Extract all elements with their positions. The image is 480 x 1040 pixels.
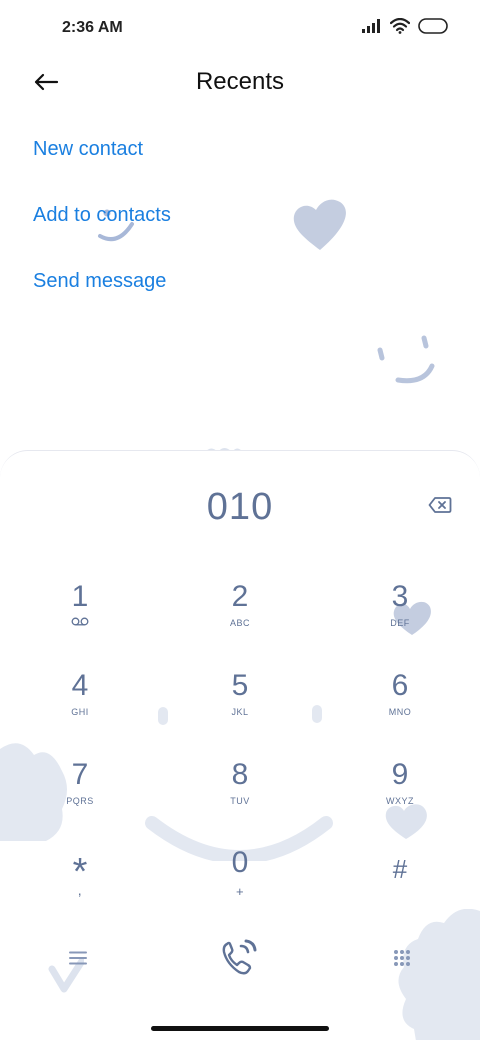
top-bar: Recents xyxy=(0,56,480,108)
key-letters: MNO xyxy=(388,707,412,717)
status-bar: 2:36 AM xyxy=(0,0,480,56)
add-to-contacts-link[interactable]: Add to contacts xyxy=(33,192,171,258)
key-1[interactable]: 1 xyxy=(25,580,135,650)
key-7[interactable]: 7 PQRS xyxy=(25,758,135,828)
key-digit: 4 xyxy=(71,669,89,702)
dialed-number: 010 xyxy=(206,486,274,528)
key-letters: ABC xyxy=(229,618,250,628)
key-letters: TUV xyxy=(230,796,250,806)
key-0[interactable]: 0 + xyxy=(185,846,295,916)
backspace-icon xyxy=(428,497,452,513)
keypad-icon xyxy=(394,950,410,966)
key-8[interactable]: 8 TUV xyxy=(185,758,295,828)
new-contact-link[interactable]: New contact xyxy=(33,126,171,192)
menu-icon xyxy=(69,951,87,965)
call-icon xyxy=(222,939,257,975)
send-message-link[interactable]: Send message xyxy=(33,258,171,324)
key-digit: 7 xyxy=(71,758,89,791)
signal-icon xyxy=(362,19,380,33)
key-digit: 2 xyxy=(231,580,249,613)
key-letters: WXYZ xyxy=(386,796,414,806)
menu-button[interactable] xyxy=(48,930,108,986)
battery-icon xyxy=(418,18,448,34)
page-title: Recents xyxy=(195,68,285,95)
key-5[interactable]: 5 JKL xyxy=(185,669,295,739)
key-letters: PQRS xyxy=(66,796,94,806)
key-6[interactable]: 6 MNO xyxy=(345,669,455,739)
dialer-bottom-bar xyxy=(0,930,480,990)
voicemail-icon xyxy=(71,617,89,626)
key-letters: + xyxy=(235,884,245,899)
key-digit: # xyxy=(392,854,408,884)
key-hash[interactable]: # xyxy=(345,852,455,922)
key-9[interactable]: 9 WXYZ xyxy=(345,758,455,828)
key-letters: , xyxy=(77,882,83,898)
key-letters: JKL xyxy=(231,707,249,717)
key-letters: GHI xyxy=(71,707,89,717)
key-digit: 3 xyxy=(391,580,409,613)
key-2[interactable]: 2 ABC xyxy=(185,580,295,650)
doodle-smile-right xyxy=(377,335,435,384)
key-digit: 6 xyxy=(391,669,409,702)
status-time: 2:36 AM xyxy=(62,19,123,36)
key-4[interactable]: 4 GHI xyxy=(25,669,135,739)
wifi-icon xyxy=(390,18,410,34)
keypad-button[interactable] xyxy=(372,930,432,986)
status-icons xyxy=(362,18,450,34)
doodle-heart-top xyxy=(293,199,346,250)
key-digit: 1 xyxy=(71,580,89,613)
key-3[interactable]: 3 DEF xyxy=(345,580,455,650)
key-digit: 9 xyxy=(391,758,409,791)
backspace-button[interactable] xyxy=(428,495,454,519)
key-digit: 5 xyxy=(231,669,249,702)
key-digit: 0 xyxy=(231,846,249,879)
key-letters: DEF xyxy=(390,618,410,628)
home-indicator[interactable] xyxy=(151,1026,329,1031)
key-star[interactable]: * , xyxy=(25,852,135,922)
action-list: New contact Add to contacts Send message xyxy=(33,126,171,324)
key-digit: 8 xyxy=(231,758,249,791)
call-button[interactable] xyxy=(210,930,270,986)
